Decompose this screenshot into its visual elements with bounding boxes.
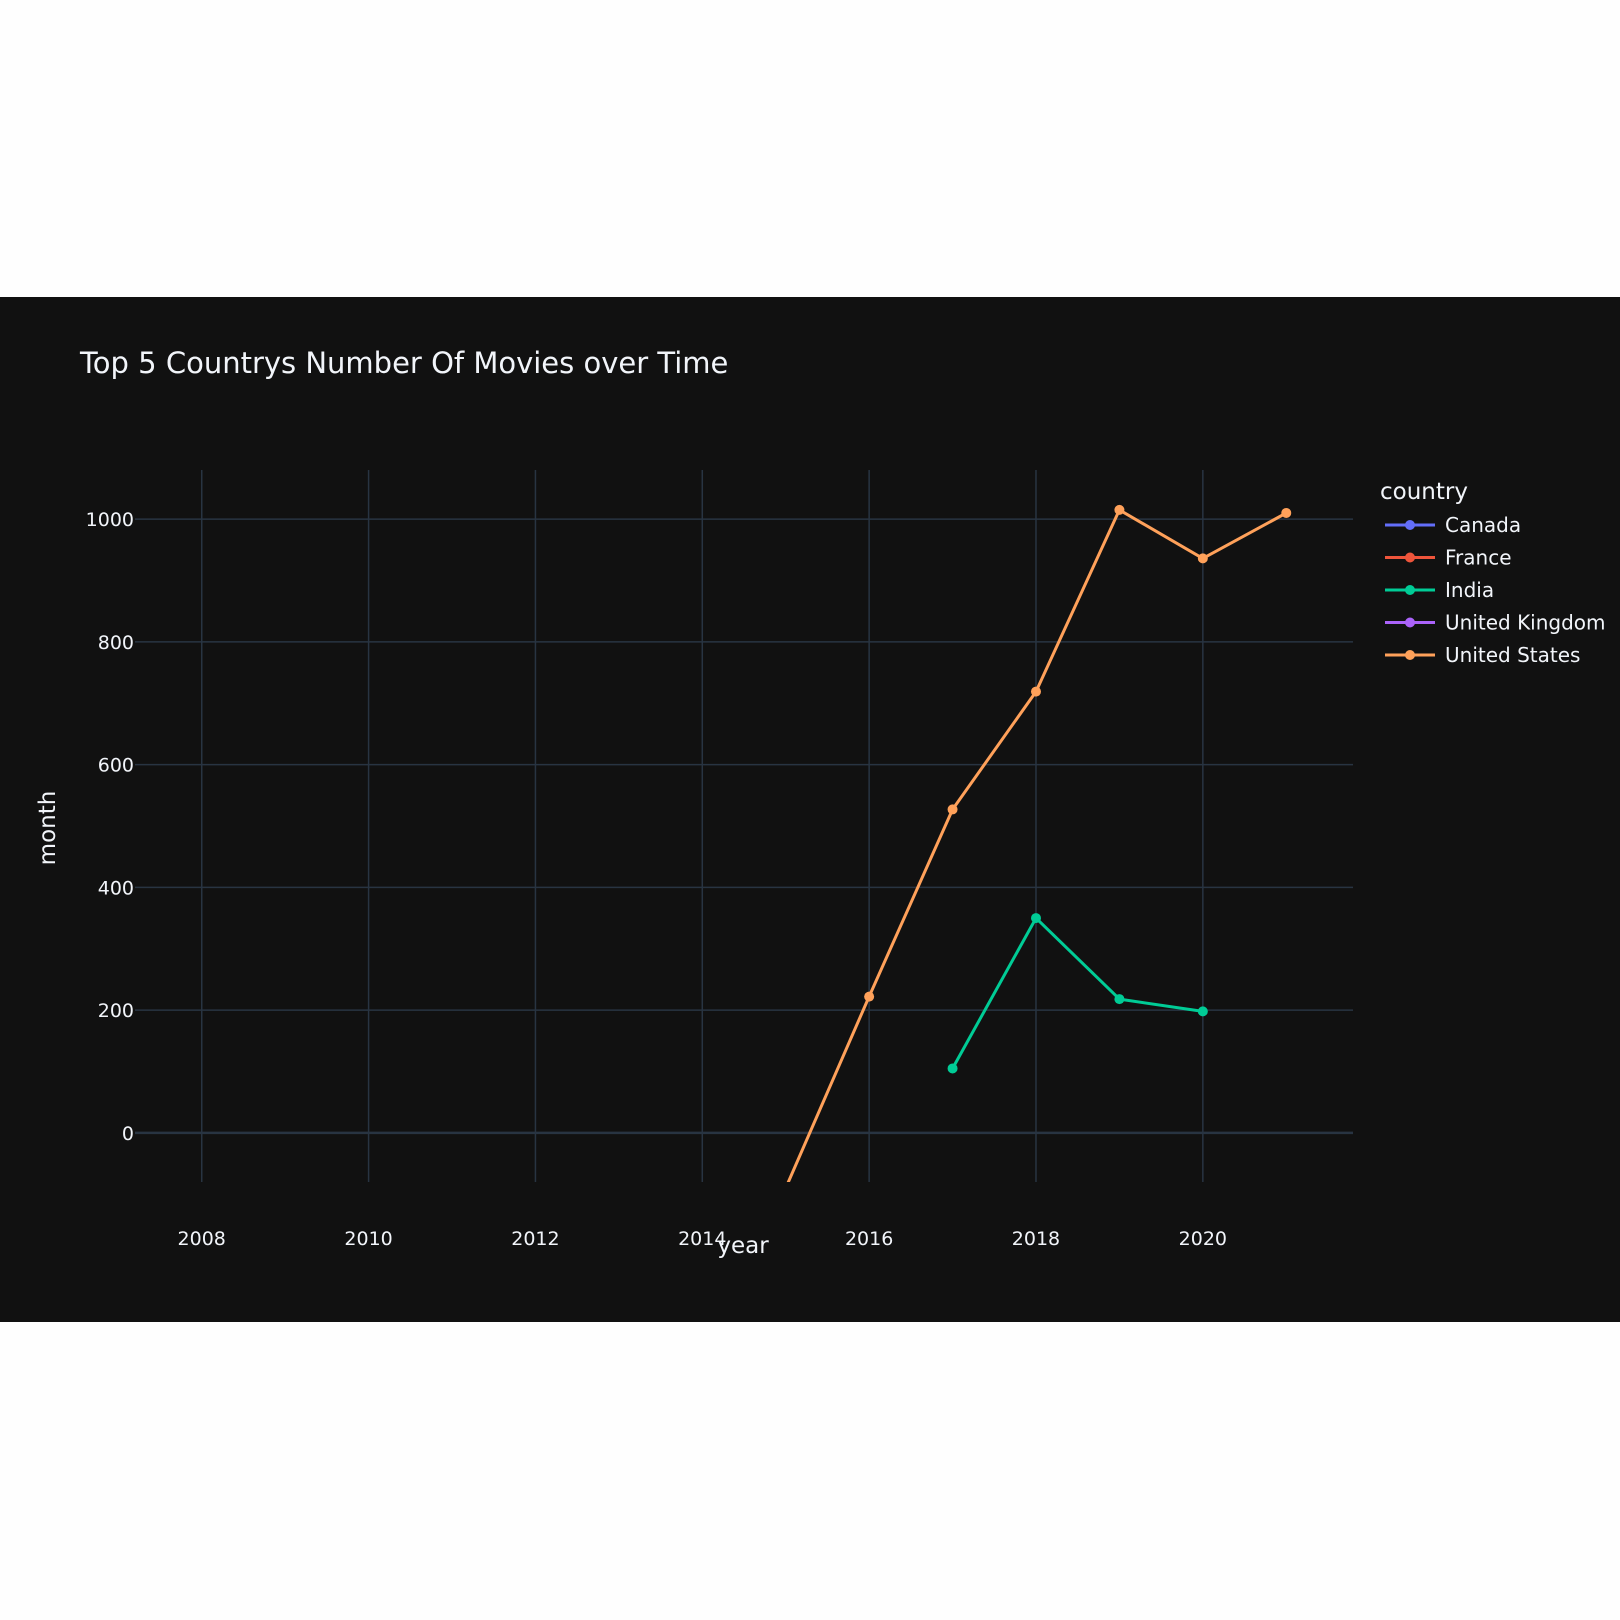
legend-label: United States	[1445, 643, 1580, 667]
data-point-india[interactable]	[947, 1063, 958, 1074]
legend-item-canada[interactable]: Canada	[1385, 513, 1521, 537]
legend-item-india[interactable]: India	[1385, 578, 1494, 602]
legend-swatch-marker	[1405, 585, 1415, 595]
legend-label: India	[1445, 578, 1494, 602]
legend[interactable]: country Canada France India United Kingdom U…	[1380, 479, 1606, 667]
y-tick-label: 1000	[86, 509, 134, 531]
y-axis-title: month	[35, 791, 61, 866]
x-tick-label: 2020	[1179, 1228, 1227, 1250]
legend-swatch-marker	[1405, 520, 1415, 530]
series-india	[947, 913, 1208, 1074]
data-point-united-states[interactable]	[781, 1183, 791, 1193]
data-point-united-states[interactable]	[947, 804, 958, 815]
y-axis-ticks: 0 200 400 600 800 1000	[86, 509, 134, 1145]
legend-swatch-marker	[1405, 552, 1415, 563]
legend-item-united-states[interactable]: United States	[1385, 643, 1580, 667]
y-tick-label: 800	[98, 632, 134, 654]
legend-swatch-marker	[1405, 617, 1415, 628]
x-tick-label: 2008	[178, 1228, 226, 1250]
x-tick-label: 2018	[1012, 1228, 1060, 1250]
legend-label: France	[1445, 546, 1512, 570]
legend-label: United Kingdom	[1445, 611, 1606, 635]
y-tick-label: 400	[98, 877, 134, 899]
chart-title: Top 5 Countrys Number Of Movies over Tim…	[79, 346, 728, 380]
x-axis-ticks: 2008 2010 2012 2014 2016 2018 2020	[178, 1228, 1227, 1250]
data-point-united-states[interactable]	[1114, 504, 1125, 515]
data-point-india[interactable]	[1197, 1006, 1208, 1017]
series-line-india	[951, 916, 1204, 1070]
x-tick-label: 2010	[344, 1228, 392, 1250]
data-point-india[interactable]	[1030, 913, 1041, 924]
x-tick-label: 2012	[511, 1228, 559, 1250]
legend-swatch-marker	[1405, 650, 1415, 660]
legend-items[interactable]: Canada France India United Kingdom United St…	[1385, 513, 1606, 667]
data-point-india[interactable]	[1114, 994, 1125, 1005]
data-point-united-states[interactable]	[1197, 553, 1208, 564]
data-point-united-states[interactable]	[1030, 686, 1041, 697]
y-tick-label: 0	[122, 1123, 134, 1145]
x-axis-title: year	[717, 1233, 769, 1259]
line-chart: Top 5 Countrys Number Of Movies over Tim…	[35, 346, 1606, 1259]
x-tick-label: 2016	[845, 1228, 893, 1250]
data-point-united-states[interactable]	[864, 991, 875, 1002]
chart-panel: Top 5 Countrys Number Of Movies over Tim…	[0, 297, 1620, 1322]
legend-title: country	[1380, 479, 1468, 505]
data-point-united-states[interactable]	[1281, 507, 1292, 518]
legend-label: Canada	[1445, 513, 1521, 537]
y-tick-label: 200	[98, 1000, 134, 1022]
y-tick-label: 600	[98, 755, 134, 777]
grid	[135, 470, 1353, 1182]
legend-item-united-kingdom[interactable]: United Kingdom	[1385, 611, 1606, 635]
legend-item-france[interactable]: France	[1385, 546, 1512, 570]
